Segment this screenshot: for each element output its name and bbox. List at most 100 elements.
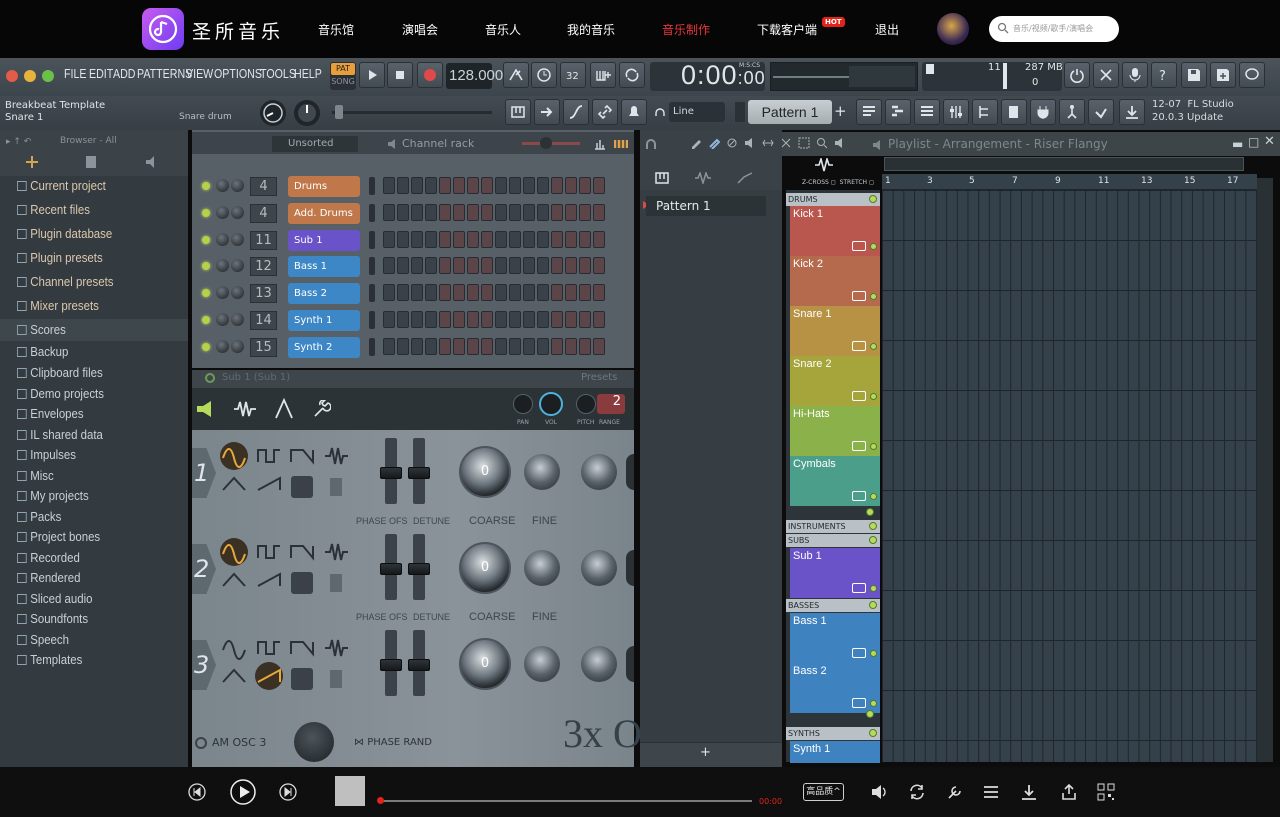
playlist-v-scrollbar[interactable] [1257,178,1273,762]
nav-music-hall[interactable]: 音乐馆 [318,21,354,38]
plugin-database-button[interactable] [1030,99,1056,125]
step-button[interactable] [481,311,493,328]
group-mute-led[interactable] [869,195,877,203]
step-button[interactable] [481,203,493,221]
step-button[interactable] [453,257,465,275]
repeat-icon[interactable] [908,783,926,801]
arrangement-grid[interactable] [882,190,1257,762]
step-button[interactable] [551,257,563,275]
step-button[interactable] [383,257,395,275]
master-pitch-knob[interactable] [294,100,320,126]
group-mute-led[interactable] [869,729,877,737]
channel-mixer-track[interactable]: 4 [250,203,277,223]
coarse-knob[interactable]: 0 [459,542,511,594]
range-value[interactable]: 2 [597,394,625,414]
next-track-button[interactable] [279,783,297,801]
step-button[interactable] [495,257,507,275]
channel-select[interactable] [369,257,375,276]
channel-mute-led[interactable] [202,316,210,324]
browser-files-icon[interactable] [85,155,97,169]
track-mute-led[interactable] [870,443,877,450]
volume-osc-knob[interactable] [581,646,617,682]
step-button[interactable] [495,337,507,355]
browser-item[interactable]: Soundfonts [17,611,167,631]
plugin-envelope-tab-icon[interactable] [274,398,294,420]
step-button[interactable] [579,311,591,328]
channel-volume-knob[interactable] [231,232,244,246]
playlist-track[interactable]: Sub 1 [790,548,880,598]
step-button[interactable] [467,337,479,355]
step-button[interactable] [593,284,605,302]
volume-knob[interactable] [539,392,563,416]
chat-button[interactable] [1239,62,1265,88]
browser-item[interactable]: Recorded [17,550,167,570]
browser-item[interactable]: Impulses [17,447,167,467]
step-button[interactable] [411,337,423,355]
step-button[interactable] [467,311,479,328]
track-mute-led[interactable] [870,700,877,707]
stereo-knob[interactable] [626,646,634,682]
record-button[interactable] [417,62,443,88]
step-button[interactable] [509,257,521,275]
save-button[interactable] [1181,62,1207,88]
nav-my-music[interactable]: 我的音乐 [567,21,615,38]
stereo-knob[interactable] [626,454,634,490]
playlist-track[interactable]: Snare 1 [790,306,880,356]
detune-fader-cap[interactable] [408,563,430,575]
browser-item[interactable]: My projects [17,488,167,508]
app-logo[interactable] [142,8,184,50]
step-button[interactable] [537,230,549,248]
channel-volume-knob[interactable] [231,259,244,273]
picker-add-button[interactable]: + [700,745,711,760]
browser-item[interactable]: Plugin database [17,226,167,246]
step-button[interactable] [397,337,409,355]
step-button[interactable] [439,177,451,194]
countdown-button[interactable]: 32 [560,62,586,88]
stereo-knob[interactable] [626,550,634,586]
step-button[interactable] [551,177,563,194]
step-button[interactable] [537,311,549,328]
channel-rack-button[interactable] [914,99,940,125]
track-mute-led[interactable] [870,343,877,350]
step-button[interactable] [439,257,451,275]
channel-volume-knob[interactable] [231,205,244,219]
step-button[interactable] [579,177,591,194]
step-button[interactable] [565,257,577,275]
timeline-ruler[interactable] [882,174,1257,190]
snap-select[interactable]: Line [669,102,725,122]
step-button[interactable] [411,230,423,248]
master-volume-knob[interactable] [260,100,286,126]
step-button[interactable] [593,230,605,248]
step-button[interactable] [593,203,605,221]
nav-concerts[interactable]: 演唱会 [402,21,438,38]
sine-wave-icon[interactable] [220,634,248,662]
step-button[interactable] [439,284,451,302]
track-group-header[interactable]: DRUMS [786,193,880,206]
step-button[interactable] [593,177,605,194]
random-dice-icon[interactable] [291,572,313,594]
step-button[interactable] [593,257,605,275]
channel-mute-led[interactable] [202,342,210,351]
menu-help[interactable]: HELP [294,66,322,81]
playlist-minimize-icon[interactable]: ▬ [1232,137,1243,151]
graph-editor-icon[interactable] [594,138,606,150]
step-button[interactable] [551,311,563,328]
step-button[interactable] [495,311,507,328]
step-edit-button[interactable] [590,62,616,88]
step-button[interactable] [425,311,437,328]
nav-music-production[interactable]: 音乐制作 [662,21,710,38]
track-mute-led[interactable] [866,508,874,516]
step-button[interactable] [551,203,563,221]
channel-name-button[interactable]: Bass 1 [288,256,360,278]
group-mute-led[interactable] [869,522,877,530]
stop-button[interactable] [387,62,413,88]
channel-name-button[interactable]: Drums [288,176,360,197]
step-button[interactable] [425,257,437,275]
step-button[interactable] [523,337,535,355]
browser-item[interactable]: Demo projects [17,386,167,406]
pitch-knob[interactable] [576,394,596,414]
piano-roll-window-button[interactable] [885,99,911,125]
step-button[interactable] [425,203,437,221]
step-button[interactable] [509,337,521,355]
step-button[interactable] [467,230,479,248]
